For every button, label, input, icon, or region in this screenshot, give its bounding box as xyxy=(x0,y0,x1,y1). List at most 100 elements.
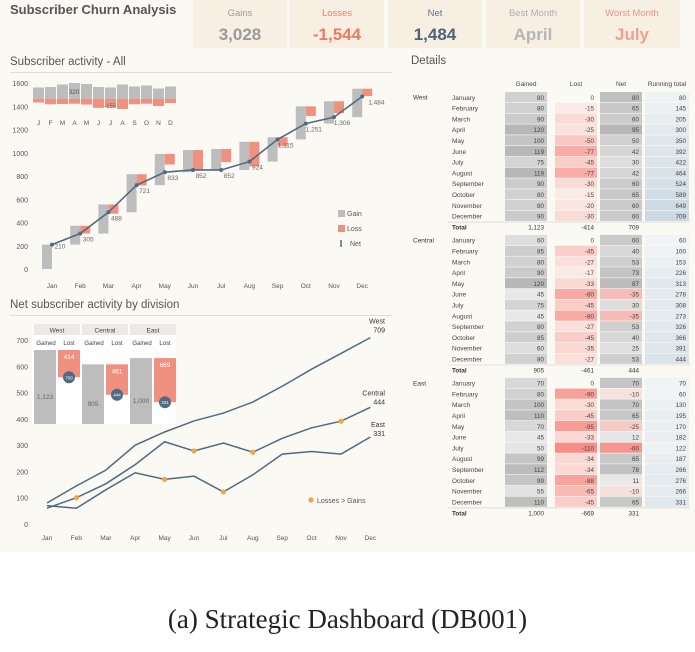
table-cell-value: 649 xyxy=(675,203,686,210)
table-cell-value: 120 xyxy=(533,127,544,134)
inset-loss-bar xyxy=(117,99,128,109)
table-cell-value: 65 xyxy=(632,456,640,463)
table-cell-value: 70 xyxy=(537,424,545,431)
table-month-label: September xyxy=(452,324,485,331)
loss-bar xyxy=(305,106,316,116)
table-cell-value: 55 xyxy=(537,489,545,496)
table-cell-value: 300 xyxy=(675,127,686,134)
details-section-title: Details xyxy=(411,55,447,67)
table-cell-value: 45 xyxy=(537,313,545,320)
kpi-losses[interactable]: Losses -1,544 xyxy=(290,0,384,48)
table-cell-value: 50 xyxy=(537,445,545,452)
net-data-label: 488 xyxy=(111,215,122,222)
table-cell-value: -88 xyxy=(585,478,595,485)
y-tick-label: 200 xyxy=(16,244,28,251)
table-month-label: August xyxy=(452,313,472,320)
x-tick-label: Oct xyxy=(301,283,311,290)
table-cell-value: 42 xyxy=(632,170,640,177)
table-cell-value: -27 xyxy=(585,357,595,364)
table-cell-value: -90 xyxy=(585,391,595,398)
kpi-losses-value: -1,544 xyxy=(312,25,362,44)
net-point xyxy=(247,159,252,164)
table-cell-value: -95 xyxy=(585,424,595,431)
figure-caption: (a) Strategic Dashboard (DB001) xyxy=(167,604,528,634)
kpi-worst-month-label: Worst Month xyxy=(605,8,659,19)
table-cell-value: 422 xyxy=(675,160,686,167)
inset-month-letter: J xyxy=(109,120,112,127)
table-month-label: September xyxy=(452,181,485,188)
table-cell-value: 65 xyxy=(632,192,640,199)
table-cell-value: 85 xyxy=(537,335,545,342)
table-cell-value: 226 xyxy=(675,270,686,277)
table-cell-value: -65 xyxy=(585,489,595,496)
y-tick-label: 400 xyxy=(16,417,28,424)
table-cell-value: -45 xyxy=(585,249,595,256)
kpi-best-month[interactable]: Best Month April xyxy=(486,0,580,48)
table-cell-value: 30 xyxy=(632,160,640,167)
table-cell-value: -45 xyxy=(585,335,595,342)
division-section-title: Net subscriber activity by division xyxy=(10,299,180,311)
loss-bar xyxy=(193,150,203,171)
net-point xyxy=(332,115,336,120)
table-total-value: 1,123 xyxy=(528,225,544,232)
kpi-best-month-value: April xyxy=(513,25,553,44)
table-cell-value: -80 xyxy=(585,313,595,320)
table-month-label: November xyxy=(452,346,483,353)
kpi-worst-month[interactable]: Worst Month July xyxy=(584,0,680,48)
table-cell-value: -80 xyxy=(585,292,595,299)
table-cell-value: 524 xyxy=(675,181,686,188)
table-cell-value: -25 xyxy=(630,424,640,431)
activity-chart[interactable]: 0 200 400 600 800 1000 1200 1400 1600 Jan Feb Mar Ap… xyxy=(0,74,395,299)
table-cell-value: 11 xyxy=(632,478,639,485)
end-label-value: 444 xyxy=(373,399,385,406)
table-cell-value: -35 xyxy=(630,292,640,299)
legend-marker-swatch xyxy=(308,497,314,503)
table-cell-value: 75 xyxy=(537,160,545,167)
inset-month-letter: M xyxy=(84,120,89,127)
table-cell-value: 130 xyxy=(675,402,686,409)
y-tick-label: 700 xyxy=(16,338,28,345)
table-month-label: June xyxy=(452,435,466,442)
table-cell-value: 80 xyxy=(537,259,545,266)
table-group-label: West xyxy=(413,95,428,102)
table-cell-value: 273 xyxy=(675,313,686,320)
table-cell-value: -60 xyxy=(630,445,640,452)
table-cell-value: 70 xyxy=(537,381,545,388)
table-cell-value: 60 xyxy=(537,238,545,245)
table-month-label: March xyxy=(452,259,470,266)
table-cell-value: 153 xyxy=(675,259,686,266)
inset-division-name: West xyxy=(50,328,65,335)
inset-sub-gained: Gained xyxy=(132,341,151,347)
details-table[interactable]: Gained Lost Net Running total West January 80 0… xyxy=(400,70,692,552)
table-cell-value: 60 xyxy=(632,116,640,123)
division-chart[interactable]: 0 100 200 300 400 500 600 700 Jan Feb Mar Apr May Jun… xyxy=(0,318,395,550)
inset-gain-bar xyxy=(153,88,164,99)
table-month-label: May xyxy=(452,424,465,431)
table-cell-value: 119 xyxy=(534,170,545,177)
table-cell-value: -15 xyxy=(585,106,595,113)
kpi-net-value: 1,484 xyxy=(413,25,457,44)
y-tick-label: 800 xyxy=(16,174,28,181)
table-month-label: February xyxy=(452,249,479,256)
table-cell-value: 60 xyxy=(632,203,640,210)
inset-loss-bar xyxy=(81,99,92,105)
net-point xyxy=(78,231,83,236)
table-month-label: July xyxy=(452,160,464,167)
table-cell-value: 65 xyxy=(632,106,640,113)
table-cell-value: 90 xyxy=(537,181,545,188)
inset-gained-value: 1,123 xyxy=(37,394,54,401)
kpi-net[interactable]: Net 1,484 xyxy=(388,0,482,48)
kpi-gains[interactable]: Gains 3,028 xyxy=(193,0,287,48)
table-cell-value: -34 xyxy=(585,467,595,474)
table-cell-value: 122 xyxy=(675,445,686,452)
table-cell-value: 60 xyxy=(537,346,545,353)
table-cell-value: 80 xyxy=(537,203,545,210)
table-cell-value: 0 xyxy=(590,95,594,102)
table-cell-value: 78 xyxy=(632,467,640,474)
losses-gt-gains-marker xyxy=(191,448,197,454)
table-cell-value: -17 xyxy=(585,270,595,277)
table-cell-value: -15 xyxy=(585,192,595,199)
inset-month-letter: A xyxy=(120,120,125,127)
table-total-label: Total xyxy=(452,368,467,375)
table-cell-value: 205 xyxy=(675,116,686,123)
